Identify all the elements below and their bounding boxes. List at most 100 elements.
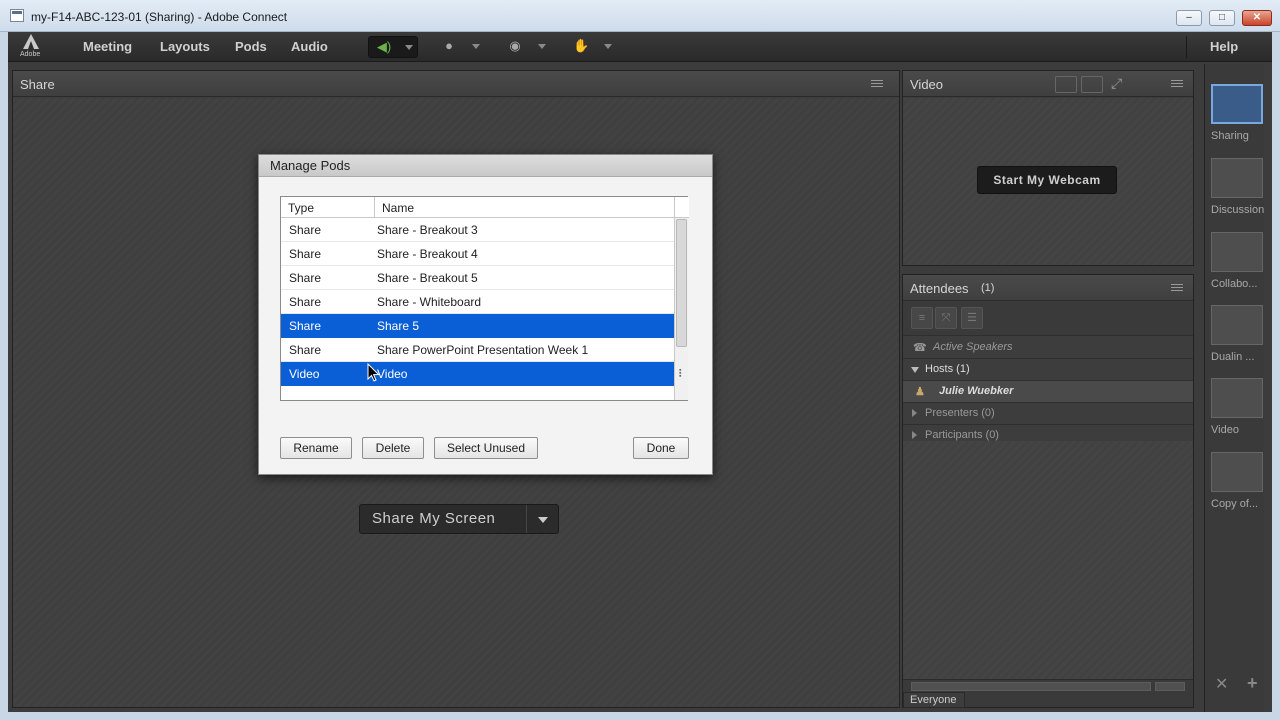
chevron-down-icon[interactable] <box>538 517 548 523</box>
layout-thumbnail <box>1211 452 1263 492</box>
pod-type: Share <box>289 247 322 261</box>
table-row[interactable]: Share Share - Breakout 5 <box>281 266 674 290</box>
column-header-type[interactable]: Type <box>288 201 314 215</box>
rename-button[interactable]: Rename <box>280 437 352 459</box>
attendee-name: Julie Wuebker <box>939 385 1014 397</box>
pod-name: Video <box>377 367 408 381</box>
layouts-bar: Sharing Discussion Collabo... Dualin ...… <box>1204 64 1264 712</box>
participants-label: Participants (0) <box>925 429 999 441</box>
column-header-name[interactable]: Name <box>382 201 414 215</box>
attendees-pod: Attendees (1) ≡ ⤧ ☰ ☎ Active Speakers Ho… <box>902 274 1194 708</box>
attendee-row[interactable]: ♟ Julie Wuebker <box>903 381 1193 403</box>
microphone-control[interactable]: ● <box>434 36 484 58</box>
share-my-screen-label: Share My Screen <box>372 510 496 527</box>
done-button[interactable]: Done <box>633 437 689 459</box>
list-view-icon[interactable]: ≡ <box>911 307 933 329</box>
close-button[interactable]: ✕ <box>1242 10 1272 26</box>
scrollbar-header <box>675 197 689 218</box>
pod-type: Video <box>289 367 320 381</box>
menu-divider <box>1186 36 1187 58</box>
chevron-down-icon[interactable] <box>604 44 612 49</box>
webcam-control[interactable]: ◉ <box>500 36 550 58</box>
chat-send-button[interactable] <box>1155 682 1185 691</box>
chevron-down-icon[interactable] <box>405 45 413 50</box>
table-row[interactable]: Share Share - Whiteboard <box>281 290 674 314</box>
pod-name: Share - Breakout 4 <box>377 247 478 261</box>
active-speakers-row: ☎ Active Speakers <box>903 337 1193 359</box>
presenters-label: Presenters (0) <box>925 407 995 419</box>
menu-help[interactable]: Help <box>1210 39 1238 54</box>
fullscreen-icon[interactable]: ⤢ <box>1111 76 1133 93</box>
start-webcam-button[interactable]: Start My Webcam <box>977 166 1117 194</box>
chat-recipient-select[interactable]: Everyone <box>903 692 965 708</box>
share-my-screen-button[interactable]: Share My Screen <box>359 504 559 534</box>
attendee-count: (1) <box>981 282 995 294</box>
adobe-logo-text: Adobe <box>20 51 41 58</box>
column-divider[interactable] <box>374 197 375 218</box>
layout-item-dualing[interactable]: Dualin ... <box>1205 305 1265 377</box>
menu-audio[interactable]: Audio <box>291 39 328 54</box>
menu-pods[interactable]: Pods <box>235 39 267 54</box>
table-scrollbar[interactable]: ▪ ▪ ▪ <box>674 197 689 400</box>
filmstrip-view-icon[interactable] <box>1081 76 1103 93</box>
collapse-arrow-icon[interactable] <box>912 431 917 439</box>
attendees-pod-title: Attendees <box>910 281 969 296</box>
table-row[interactable]: Share Share - Breakout 4 <box>281 242 674 266</box>
add-layout-icon[interactable]: + <box>1247 673 1258 694</box>
raise-hand-control[interactable]: ✋ <box>566 36 616 58</box>
app-window-icon <box>10 9 24 22</box>
attendees-toolbar: ≡ ⤧ ☰ <box>903 302 1193 336</box>
layout-item-discussion[interactable]: Discussion <box>1205 158 1265 230</box>
menu-meeting[interactable]: Meeting <box>83 39 132 54</box>
status-view-icon[interactable]: ☰ <box>961 307 983 329</box>
collapse-arrow-icon[interactable] <box>912 409 917 417</box>
chat-input[interactable] <box>911 682 1151 691</box>
maximize-button[interactable]: □ <box>1209 10 1235 26</box>
hosts-group[interactable]: Hosts (1) <box>903 359 1193 381</box>
pod-type: Share <box>289 295 322 309</box>
layout-label: Sharing <box>1211 130 1249 142</box>
delete-button[interactable]: Delete <box>362 437 424 459</box>
share-pod-title: Share <box>20 77 55 92</box>
menu-bar: Adobe Meeting Layouts Pods Audio ◀) ● ◉ … <box>8 32 1272 62</box>
grid-view-icon[interactable] <box>1055 76 1077 93</box>
table-header: Type Name <box>281 197 674 218</box>
layout-label: Video <box>1211 424 1239 436</box>
layout-thumbnail <box>1211 305 1263 345</box>
table-row[interactable]: Video Video <box>281 362 674 386</box>
speaker-control[interactable]: ◀) <box>368 36 418 58</box>
pod-options-icon[interactable] <box>871 80 883 87</box>
layout-label: Dualin ... <box>1211 351 1255 363</box>
presenters-group[interactable]: Presenters (0) <box>903 403 1193 425</box>
pod-name: Share - Breakout 5 <box>377 271 478 285</box>
chevron-down-icon[interactable] <box>472 44 480 49</box>
layout-item-collaboration[interactable]: Collabo... <box>1205 232 1265 304</box>
adobe-logo-icon <box>23 34 39 50</box>
layout-item-sharing[interactable]: Sharing <box>1205 84 1265 156</box>
expand-arrow-icon[interactable] <box>911 367 919 373</box>
breakout-icon[interactable]: ⤧ <box>935 307 957 329</box>
pod-options-icon[interactable] <box>1171 80 1183 87</box>
table-row[interactable]: Share Share 5 <box>281 314 674 338</box>
select-unused-button[interactable]: Select Unused <box>434 437 538 459</box>
pod-type: Share <box>289 223 322 237</box>
table-row[interactable]: Share Share - Breakout 3 <box>281 218 674 242</box>
pod-type: Share <box>289 271 322 285</box>
delete-layout-icon[interactable]: ✕ <box>1215 674 1228 694</box>
video-pod-title: Video <box>910 77 944 92</box>
chevron-down-icon[interactable] <box>538 44 546 49</box>
video-pod-body: Start My Webcam <box>903 98 1193 265</box>
speaker-icon: ◀) <box>376 39 392 54</box>
scrollbar-thumb[interactable] <box>676 219 687 347</box>
layout-label: Collabo... <box>1211 278 1258 290</box>
layout-item-copy[interactable]: Copy of... <box>1205 452 1265 524</box>
attendees-list-area <box>903 441 1193 679</box>
minimize-button[interactable]: – <box>1176 10 1202 26</box>
menu-layouts[interactable]: Layouts <box>160 39 210 54</box>
phone-icon: ☎ <box>913 342 927 354</box>
layout-item-video[interactable]: Video <box>1205 378 1265 450</box>
pod-name: Share PowerPoint Presentation Week 1 <box>377 343 589 357</box>
table-row[interactable]: Share Share PowerPoint Presentation Week… <box>281 338 674 362</box>
pod-options-icon[interactable] <box>1171 284 1183 291</box>
scroll-grip-icon[interactable]: ▪ ▪ ▪ <box>679 367 681 380</box>
